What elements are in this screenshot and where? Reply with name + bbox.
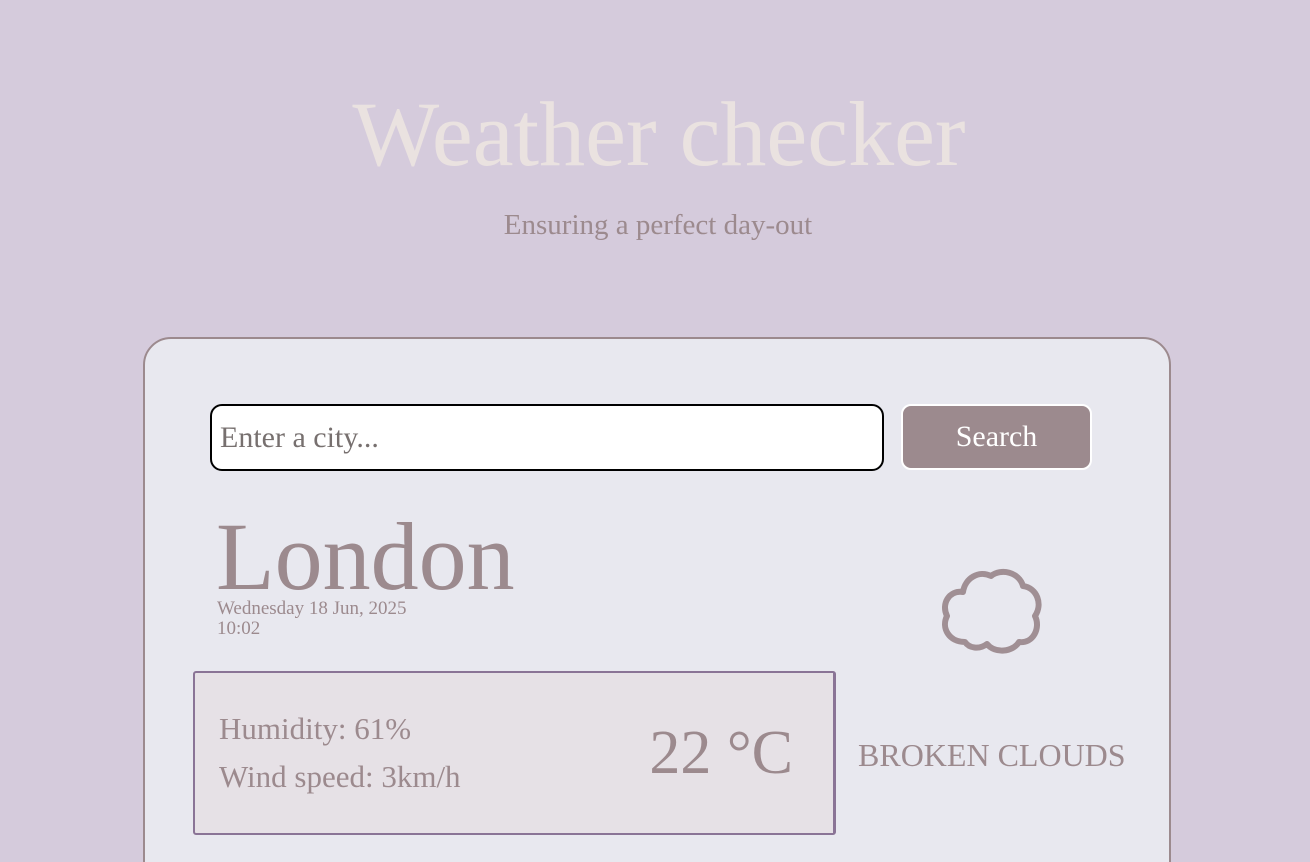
temperature-reading: 22 °C: [649, 719, 793, 787]
current-time: 10:02: [217, 618, 261, 639]
weather-condition: BROKEN CLOUDS: [858, 737, 1126, 773]
humidity-reading: Humidity: 61%: [219, 711, 412, 746]
city-search-input[interactable]: [210, 404, 884, 471]
weather-card: Search London Wednesday 18 Jun, 2025 10:…: [143, 337, 1171, 862]
current-date: Wednesday 18 Jun, 2025: [217, 598, 407, 619]
city-name: London: [216, 503, 515, 610]
app-title: Weather checker: [352, 83, 966, 185]
search-button[interactable]: Search: [901, 404, 1092, 470]
wind-speed-reading: Wind speed: 3km/h: [219, 759, 461, 794]
weather-stats-panel: Humidity: 61% Wind speed: 3km/h 22 °C: [193, 671, 836, 835]
app-subtitle: Ensuring a perfect day-out: [503, 209, 813, 241]
weather-page: Weather checker Ensuring a perfect day-o…: [0, 0, 1310, 862]
cloud-icon: [935, 564, 1045, 656]
